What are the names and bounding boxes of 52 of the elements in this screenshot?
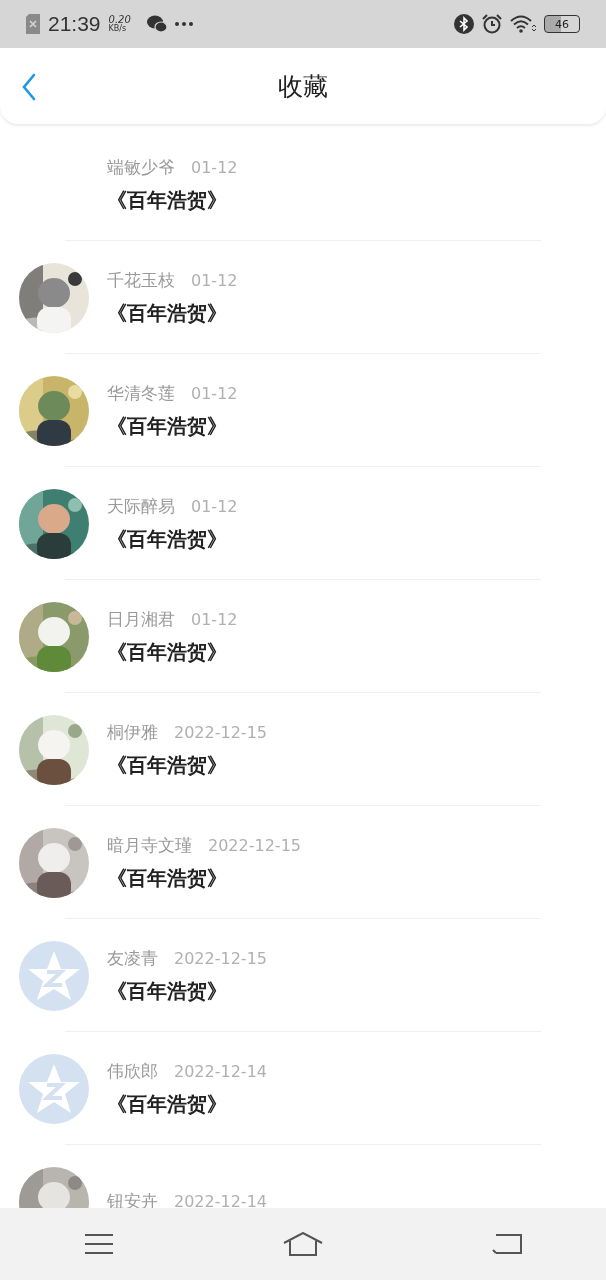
work-title: 《百年浩贺》 (107, 977, 228, 1005)
favorite-item[interactable]: 友凌青 2022-12-15 《百年浩贺》 (0, 919, 606, 1032)
favorite-item[interactable]: 端敏少爷 01-12 《百年浩贺》 (0, 128, 606, 241)
user-name: 天际醉易 (107, 494, 175, 518)
date-text: 2022-12-15 (174, 722, 267, 742)
favorite-item[interactable]: 伟欣郎 2022-12-14 《百年浩贺》 (0, 1032, 606, 1145)
date-text: 01-12 (191, 496, 238, 516)
user-name: 伟欣郎 (107, 1059, 158, 1083)
work-title: 《百年浩贺》 (107, 1090, 228, 1118)
user-name: 桐伊雅 (107, 720, 158, 744)
wifi-icon (510, 15, 536, 33)
user-name: 端敏少爷 (107, 155, 175, 179)
more-dots-icon (174, 22, 193, 26)
date-text: 01-12 (191, 609, 238, 629)
user-name: 千花玉枝 (107, 268, 175, 292)
sim-card-icon (26, 14, 40, 34)
date-text: 2022-12-15 (208, 835, 301, 855)
work-title: 《百年浩贺》 (107, 638, 228, 666)
work-title: 《百年浩贺》 (107, 525, 228, 553)
date-text: 01-12 (191, 157, 238, 177)
work-title: 《百年浩贺》 (107, 412, 228, 440)
back-chevron-icon (22, 73, 36, 101)
user-name: 华清冬莲 (107, 381, 175, 405)
work-title: 《百年浩贺》 (107, 751, 228, 779)
chat-bubbles-icon (146, 15, 167, 33)
favorite-item[interactable]: 桐伊雅 2022-12-15 《百年浩贺》 (0, 693, 606, 806)
page-title: 收藏 (278, 70, 328, 103)
date-text: 01-12 (191, 383, 238, 403)
date-text: 2022-12-14 (174, 1061, 267, 1081)
work-title: 《百年浩贺》 (107, 864, 228, 892)
user-name: 友凌青 (107, 946, 158, 970)
favorite-item[interactable]: 日月湘君 01-12 《百年浩贺》 (0, 580, 606, 693)
bluetooth-icon (454, 14, 474, 34)
menu-icon (84, 1233, 115, 1255)
favorite-item[interactable]: 天际醉易 01-12 《百年浩贺》 (0, 467, 606, 580)
work-title: 《百年浩贺》 (107, 186, 228, 214)
alarm-clock-icon (482, 14, 502, 34)
home-icon (283, 1232, 323, 1256)
user-name: 暗月寺文瑾 (107, 833, 192, 857)
favorite-item[interactable]: 暗月寺文瑾 2022-12-15 《百年浩贺》 (0, 806, 606, 919)
date-text: 01-12 (191, 270, 238, 290)
network-speed: 0.20 (108, 15, 131, 25)
date-text: 2022-12-14 (174, 1192, 267, 1208)
speed-unit: KB/s (108, 25, 127, 33)
clock-time: 21:39 (48, 12, 101, 36)
date-text: 2022-12-15 (174, 948, 267, 968)
battery-level: 46 (555, 18, 569, 30)
user-name: 日月湘君 (107, 607, 175, 631)
favorite-item[interactable]: 华清冬莲 01-12 《百年浩贺》 (0, 354, 606, 467)
favorite-item[interactable]: 千花玉枝 01-12 《百年浩贺》 (0, 241, 606, 354)
work-title: 《百年浩贺》 (107, 299, 228, 327)
return-arrow-icon (491, 1233, 522, 1255)
